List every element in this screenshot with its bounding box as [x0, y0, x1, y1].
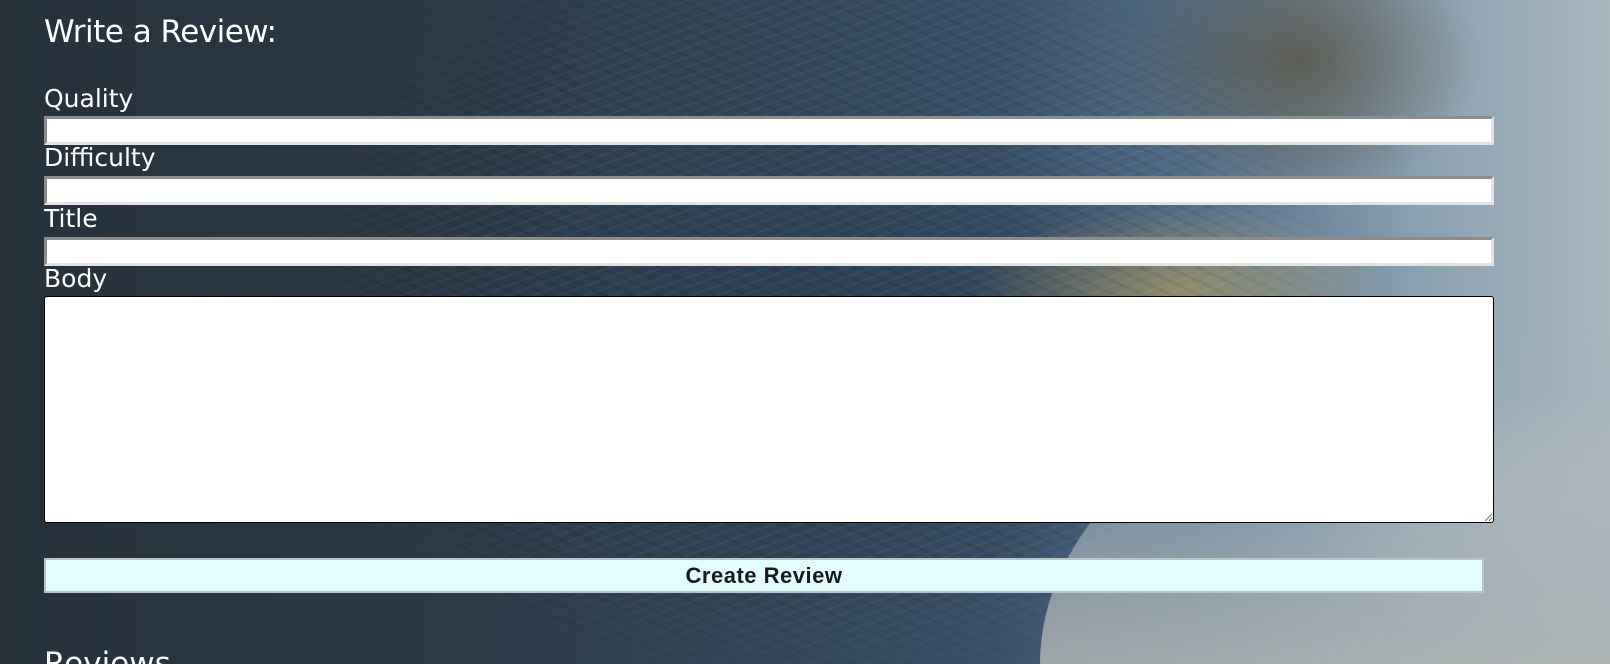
body-label: Body [44, 264, 108, 293]
form-heading: Write a Review: [44, 14, 277, 50]
quality-label: Quality [44, 84, 134, 113]
quality-input[interactable] [44, 116, 1494, 145]
difficulty-input[interactable] [44, 176, 1494, 205]
title-label: Title [44, 204, 98, 233]
difficulty-label: Difficulty [44, 143, 156, 172]
title-input[interactable] [44, 237, 1494, 266]
reviews-heading: Reviews [44, 646, 171, 664]
body-textarea[interactable] [44, 296, 1494, 523]
create-review-button[interactable]: Create Review [44, 558, 1484, 593]
